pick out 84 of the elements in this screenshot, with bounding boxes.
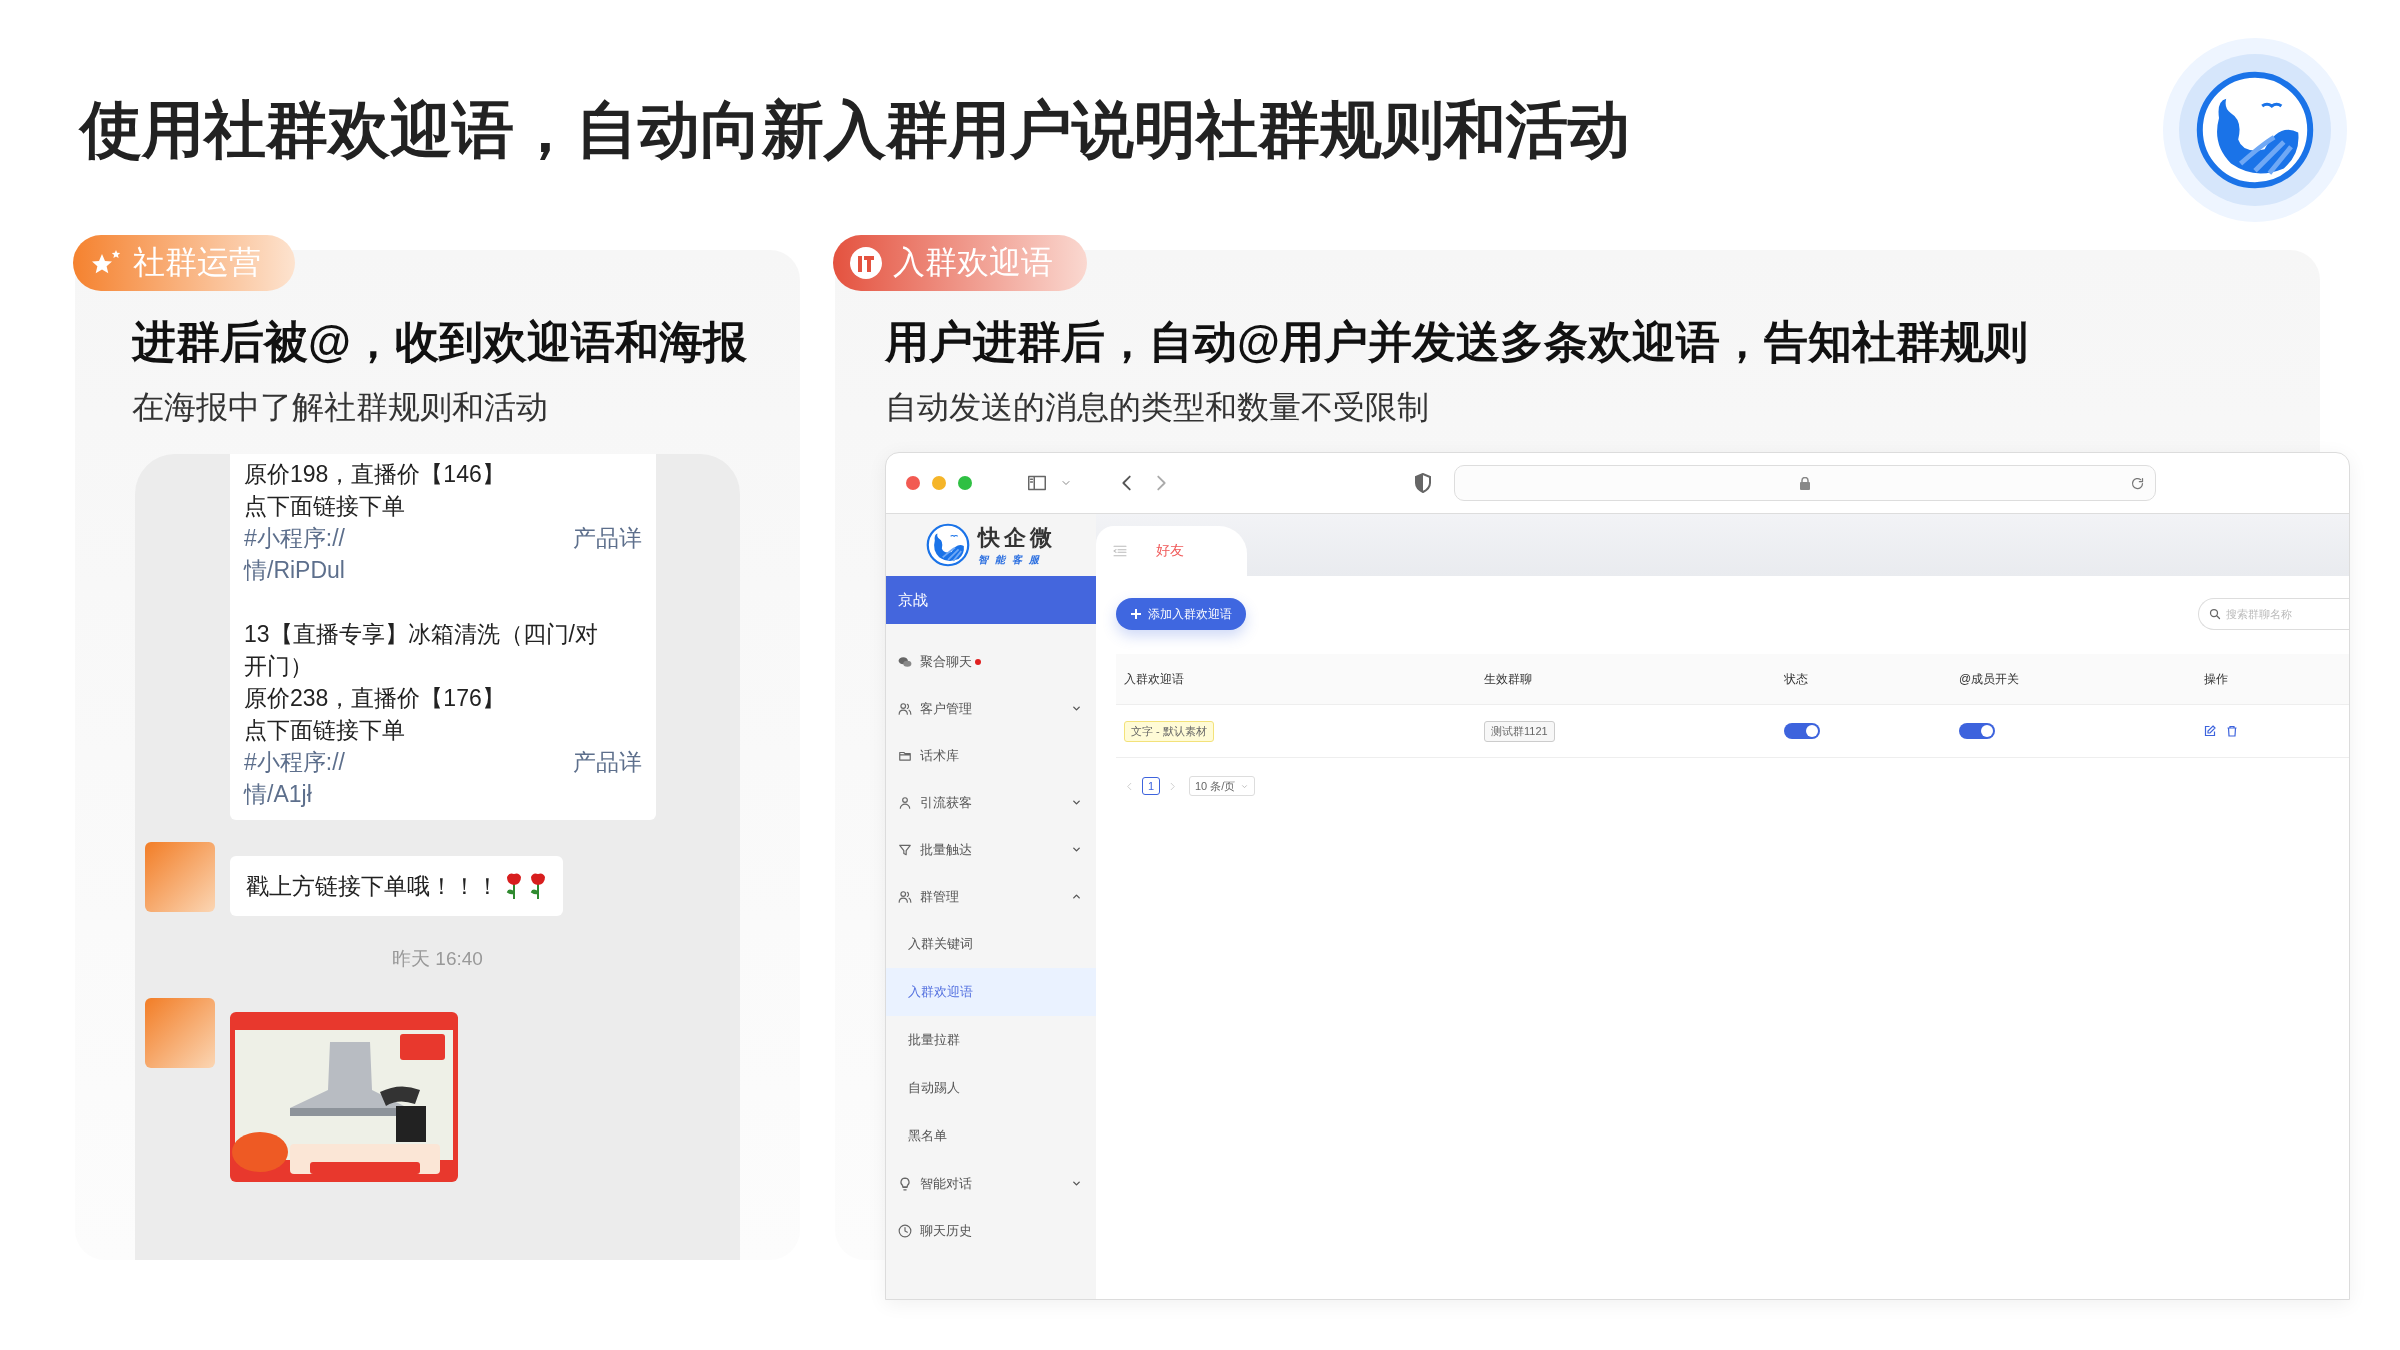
column-header: 生效群聊: [1484, 670, 1533, 688]
card-subheading: 在海报中了解社群规则和活动: [132, 388, 549, 427]
link[interactable]: 情/RiPDul: [244, 554, 345, 586]
lock-icon: [1800, 476, 1810, 490]
chevron-icon: [1071, 703, 1082, 714]
message-text: 开门）: [244, 652, 314, 681]
group-tag: 测试群1121: [1484, 720, 1555, 742]
column-header: 操作: [2204, 670, 2229, 688]
material-tag: 文字 - 默认素材: [1124, 720, 1214, 742]
user-icon: [898, 795, 912, 810]
sidebar-item[interactable]: 群管理: [886, 873, 1096, 920]
delete-icon[interactable]: [2226, 725, 2238, 737]
sidebar-label: 群管理: [920, 887, 959, 906]
clock-icon: [898, 1223, 912, 1238]
link[interactable]: 产品详: [573, 522, 642, 554]
message-text: 13【直播专享】冰箱清洗（四门/对: [244, 620, 599, 649]
plus-icon: [1130, 608, 1142, 620]
message-time: 昨天 16:40: [392, 947, 483, 971]
sidebar-subitem[interactable]: 批量拉群: [886, 1016, 1096, 1064]
brand-tagline: 智能客服: [978, 553, 1047, 567]
shield-icon[interactable]: [1414, 473, 1432, 493]
funnel-icon: [898, 842, 912, 857]
users-icon: [898, 889, 912, 904]
sidebar-item[interactable]: 话术库: [886, 732, 1096, 779]
card-subheading: 自动发送的消息的类型和数量不受限制: [885, 388, 1430, 427]
chevron-icon: [1071, 797, 1082, 808]
chat-bubbles-icon: [898, 654, 912, 669]
search-icon: [2209, 608, 2221, 620]
lightbulb-icon: [898, 1176, 912, 1191]
rose-icon: [529, 872, 547, 900]
menu-icon: [1112, 543, 1128, 559]
organization-header: 京战: [886, 576, 1096, 624]
sidebar-subitem[interactable]: 自动踢人: [886, 1064, 1096, 1112]
column-header: @成员开关: [1959, 670, 2021, 688]
card-heading: 用户进群后，自动@用户并发送多条欢迎语，告知社群规则: [885, 316, 2029, 368]
rose-icon: [505, 872, 523, 900]
brand-name: 快企微: [978, 524, 1056, 552]
sidebar-item[interactable]: 聚合聊天: [886, 638, 1096, 685]
sidebar-label: 聚合聊天: [920, 652, 972, 671]
card-heading: 进群后被@，收到欢迎语和海报: [132, 316, 748, 368]
link[interactable]: #小程序://: [244, 746, 345, 778]
message-text: 戳上方链接下单哦！！！: [246, 872, 499, 901]
sidebar-label: 聊天历史: [920, 1221, 972, 1240]
sidebar-subitem[interactable]: 入群欢迎语: [886, 968, 1096, 1016]
sidebar-label: 批量触达: [920, 840, 972, 859]
badge-label: 入群欢迎语: [893, 243, 1053, 282]
whale-logo: [926, 523, 970, 567]
sidebar-item[interactable]: 批量触达: [886, 826, 1096, 873]
link[interactable]: #小程序://: [244, 522, 345, 554]
link[interactable]: 情/A1jł: [244, 778, 312, 810]
sidebar-item[interactable]: 引流获客: [886, 779, 1096, 826]
sidebar-item[interactable]: 客户管理: [886, 685, 1096, 732]
sidebar-label: 客户管理: [920, 699, 972, 718]
sidebar-item[interactable]: 聊天历史: [886, 1207, 1096, 1254]
reload-icon: [2130, 475, 2145, 491]
chevron-icon: [1071, 1178, 1082, 1189]
tab-label: 好友: [1156, 542, 1184, 560]
page-size-select[interactable]: 10 条/页: [1189, 776, 1256, 796]
sidebar-subitem[interactable]: 黑名单: [886, 1112, 1096, 1160]
sidebar-label: 引流获客: [920, 793, 972, 812]
badge-label: 社群运营: [133, 243, 261, 282]
message-text: 原价198，直播价【146】: [244, 460, 506, 489]
column-header: 入群欢迎语: [1124, 670, 1185, 688]
search-input[interactable]: 搜索群聊名称: [2226, 608, 2326, 620]
link[interactable]: 产品详: [573, 746, 642, 778]
mention-switch[interactable]: [1959, 723, 1995, 739]
column-header: 状态: [1784, 670, 1809, 688]
page-title: 使用社群欢迎语，自动向新入群用户说明社群规则和活动: [80, 94, 1630, 166]
sidebar-label: 话术库: [920, 746, 959, 765]
page-button[interactable]: 1: [1142, 777, 1160, 795]
message-text: 点下面链接下单: [244, 492, 406, 521]
edit-icon[interactable]: [2204, 725, 2216, 737]
chevron-icon: [1071, 844, 1082, 855]
sidebar-item[interactable]: 智能对话: [886, 1160, 1096, 1207]
message-text: 点下面链接下单: [244, 716, 406, 745]
status-switch[interactable]: [1784, 723, 1820, 739]
sidebar-subitem[interactable]: 入群关键词: [886, 920, 1096, 968]
chevron-icon: [1071, 891, 1082, 902]
message-text: 原价238，直播价【176】: [244, 684, 506, 713]
close-button[interactable]: [906, 476, 920, 490]
add-welcome-button[interactable]: 添加入群欢迎语: [1116, 598, 1246, 630]
users-icon: [898, 701, 912, 716]
logo-mark-icon: [849, 246, 883, 280]
sidebar-label: 智能对话: [920, 1174, 972, 1193]
